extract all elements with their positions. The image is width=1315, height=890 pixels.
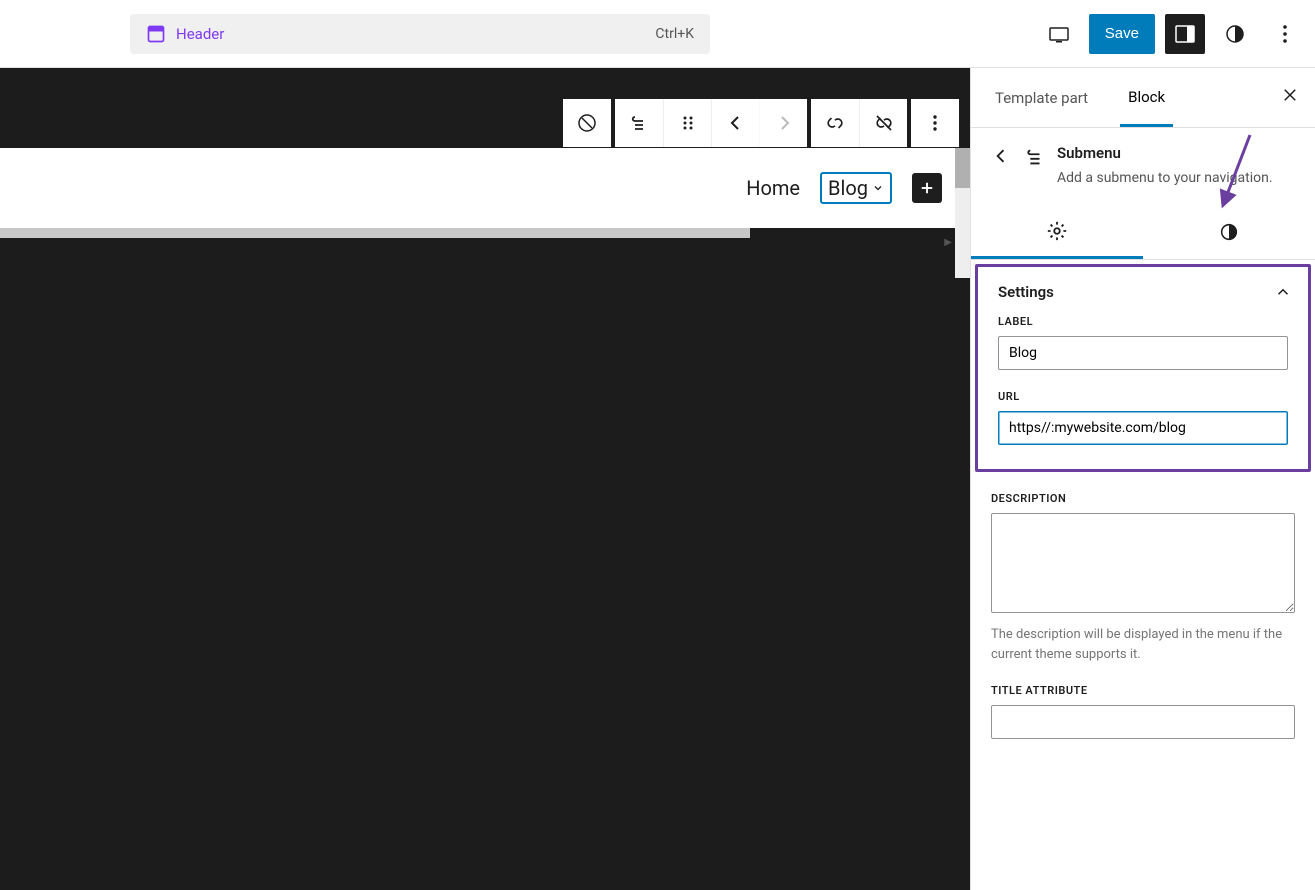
description-help-text: The description will be displayed in the… xyxy=(991,625,1295,664)
toolbar-move-left[interactable] xyxy=(711,99,759,147)
header-template-preview[interactable]: Home Blog ▶ xyxy=(0,148,970,228)
save-button[interactable]: Save xyxy=(1089,14,1155,54)
styles-icon xyxy=(1218,221,1240,243)
block-description: Add a submenu to your navigation. xyxy=(1057,168,1273,189)
toolbar-select-parent[interactable] xyxy=(615,99,663,147)
title-attribute-input[interactable] xyxy=(991,705,1295,739)
shortcut-hint: Ctrl+K xyxy=(655,26,694,42)
editor-canvas[interactable]: Home Blog ▶ xyxy=(0,68,970,890)
toolbar-link[interactable] xyxy=(811,99,859,147)
tab-block[interactable]: Block xyxy=(1120,70,1173,127)
description-textarea[interactable] xyxy=(991,513,1295,613)
horizontal-scrollbar[interactable] xyxy=(0,228,750,238)
block-header: Submenu Add a submenu to your navigation… xyxy=(971,128,1315,205)
editor-topbar: Header Ctrl+K Save xyxy=(0,0,1315,68)
subtab-settings[interactable] xyxy=(971,205,1143,259)
toolbar-unlink[interactable] xyxy=(859,99,907,147)
description-field-label: DESCRIPTION xyxy=(991,492,1295,505)
view-button[interactable] xyxy=(1039,14,1079,54)
document-title: Header xyxy=(176,25,224,43)
toolbar-drag-handle[interactable] xyxy=(663,99,711,147)
gear-icon xyxy=(1046,220,1068,242)
back-button[interactable] xyxy=(991,146,1011,170)
chevron-down-icon xyxy=(872,182,884,194)
settings-sidebar-toggle[interactable] xyxy=(1165,14,1205,54)
scroll-right-arrow[interactable]: ▶ xyxy=(944,237,952,248)
settings-sidebar: Template part Block Submenu Add a submen… xyxy=(970,68,1315,890)
block-toolbar xyxy=(562,98,960,148)
styles-toggle[interactable] xyxy=(1215,14,1255,54)
settings-panel-title: Settings xyxy=(998,283,1288,301)
description-field-section: DESCRIPTION The description will be disp… xyxy=(971,476,1315,759)
toolbar-move-right xyxy=(759,99,807,147)
options-menu[interactable] xyxy=(1265,14,1305,54)
panel-collapse-toggle[interactable] xyxy=(1274,283,1292,305)
subtab-styles[interactable] xyxy=(1143,205,1315,259)
nav-item-blog-selected[interactable]: Blog xyxy=(820,172,892,204)
header-template-icon xyxy=(146,24,166,44)
close-sidebar-button[interactable] xyxy=(1281,86,1299,109)
add-nav-item-button[interactable] xyxy=(912,173,942,203)
toolbar-block-type[interactable] xyxy=(563,99,611,147)
url-input[interactable] xyxy=(998,411,1288,445)
block-title: Submenu xyxy=(1057,144,1273,162)
nav-item-home[interactable]: Home xyxy=(746,176,800,200)
document-chip[interactable]: Header Ctrl+K xyxy=(130,14,710,54)
label-field-label: LABEL xyxy=(998,315,1288,328)
submenu-block-icon xyxy=(1023,146,1045,172)
nav-item-blog-label: Blog xyxy=(828,176,868,200)
tab-template-part[interactable]: Template part xyxy=(987,71,1096,125)
label-input[interactable] xyxy=(998,336,1288,370)
vertical-scrollbar[interactable] xyxy=(955,148,970,278)
toolbar-more[interactable] xyxy=(911,99,959,147)
settings-panel: Settings LABEL URL xyxy=(975,264,1311,472)
title-attribute-label: TITLE ATTRIBUTE xyxy=(991,684,1295,697)
url-field-label: URL xyxy=(998,390,1288,403)
